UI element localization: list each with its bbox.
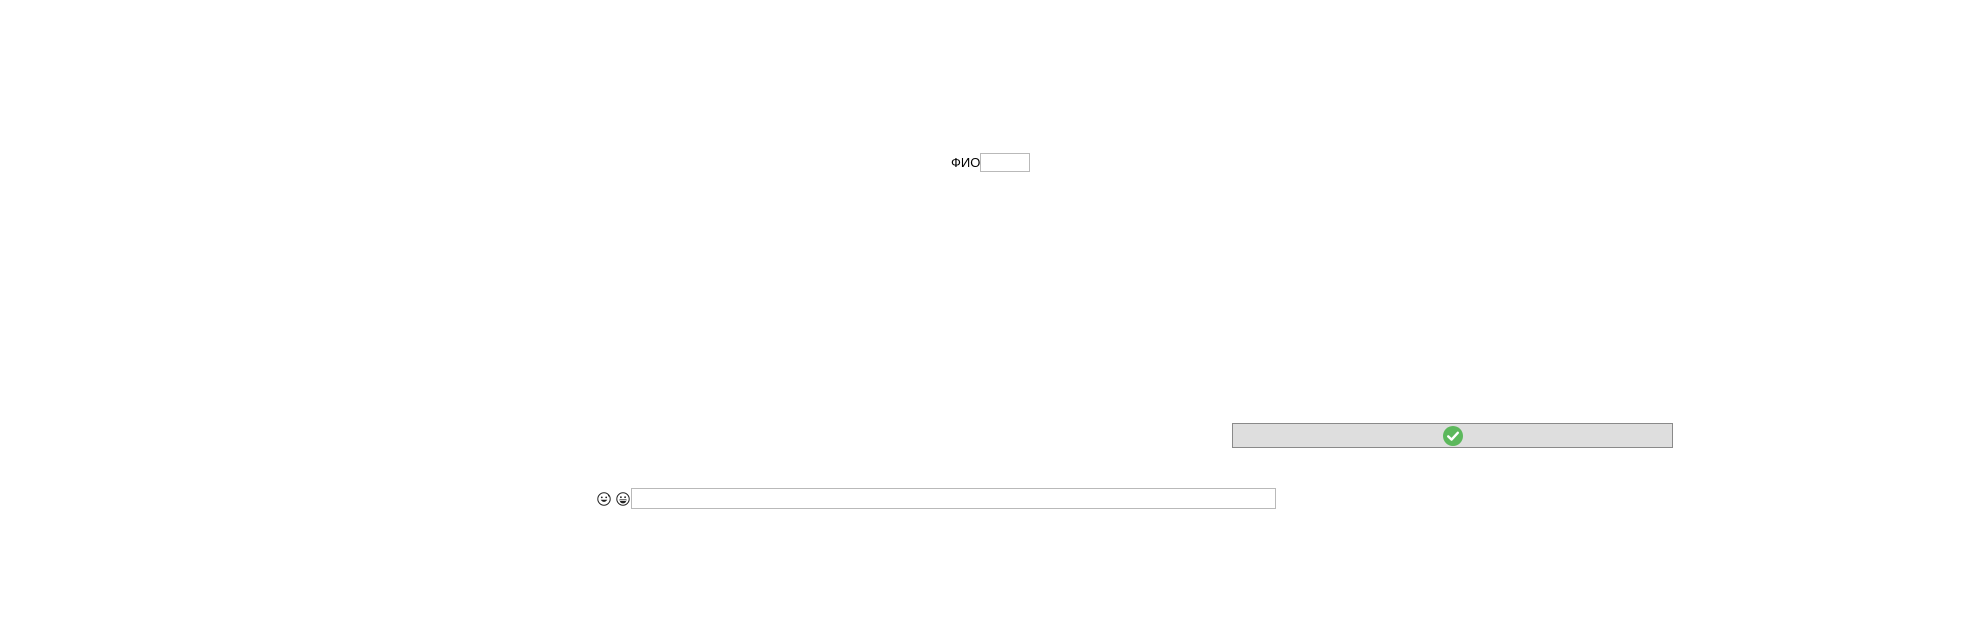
- message-input[interactable]: [631, 488, 1276, 509]
- page: ФИО: [0, 0, 1979, 623]
- grinning-face-icon[interactable]: [616, 491, 630, 506]
- grinning-sweat-face-icon[interactable]: [597, 491, 611, 506]
- check-circle-icon: [1442, 425, 1463, 446]
- fio-label: ФИО: [951, 155, 981, 170]
- fio-row: ФИО: [951, 152, 1031, 173]
- emoji-input-row: [597, 488, 1276, 509]
- confirm-button[interactable]: [1232, 423, 1673, 448]
- fio-input[interactable]: [980, 153, 1031, 172]
